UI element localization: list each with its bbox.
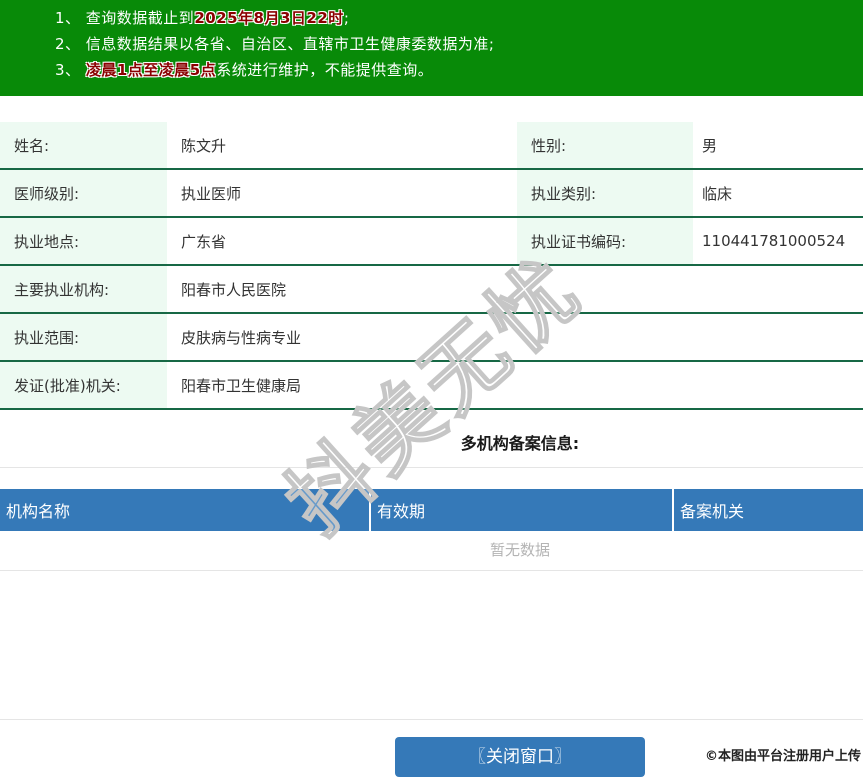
filing-table-header: 机构名称 有效期 备案机关 xyxy=(0,489,863,531)
physician-level-label: 医师级别: xyxy=(0,170,167,216)
multi-institution-filing-title: 多机构备案信息: xyxy=(461,430,579,454)
issuing-authority-label: 发证(批准)机关: xyxy=(0,362,167,408)
notice-line-1-prefix: 1、 查询数据截止到 xyxy=(55,9,194,27)
gender-label: 性别: xyxy=(517,122,693,168)
notice-line-1: 1、 查询数据截止到2025年8月3日22时; xyxy=(55,7,349,29)
notice-line-1-highlight: 2025年8月3日22时 xyxy=(194,9,344,27)
table-row-issuing-authority: 发证(批准)机关: 阳春市卫生健康局 xyxy=(0,362,863,410)
issuing-authority-value: 阳春市卫生健康局 xyxy=(167,362,863,408)
notice-line-3-prefix: 3、 xyxy=(55,61,86,79)
practice-scope-value: 皮肤病与性病专业 xyxy=(167,314,863,360)
notice-line-2: 2、 信息数据结果以各省、自治区、直辖市卫生健康委数据为准; xyxy=(55,33,494,55)
divider-below-filing-table xyxy=(0,570,863,571)
filing-column-filing-authority: 备案机关 xyxy=(674,489,863,531)
name-label: 姓名: xyxy=(0,122,167,168)
notice-line-3: 3、 凌晨1点至凌晨5点系统进行维护，不能提供查询。 xyxy=(55,59,433,81)
close-window-button[interactable]: 〖关闭窗口〗 xyxy=(395,737,645,777)
notice-line-3-highlight: 凌晨1点至凌晨5点 xyxy=(86,61,216,79)
certificate-number-value: 110441781000524 xyxy=(693,218,863,264)
table-row-name-gender: 姓名: 陈文升 性别: 男 xyxy=(0,122,863,170)
table-row-main-institution: 主要执业机构: 阳春市人民医院 xyxy=(0,266,863,314)
gender-value: 男 xyxy=(693,122,863,168)
name-value: 陈文升 xyxy=(167,122,517,168)
physician-level-value: 执业医师 xyxy=(167,170,517,216)
copyright-overlay-text: ©本图由平台注册用户上传 xyxy=(705,745,861,764)
filing-column-institution-name: 机构名称 xyxy=(0,489,371,531)
practice-location-value: 广东省 xyxy=(167,218,517,264)
main-institution-value: 阳春市人民医院 xyxy=(167,266,863,312)
practice-category-value: 临床 xyxy=(693,170,863,216)
notice-line-3-suffix: 系统进行维护，不能提供查询。 xyxy=(216,61,433,79)
notice-banner: 1、 查询数据截止到2025年8月3日22时; 2、 信息数据结果以各省、自治区… xyxy=(0,0,863,96)
main-institution-label: 主要执业机构: xyxy=(0,266,167,312)
certificate-number-label: 执业证书编码: xyxy=(517,218,693,264)
filing-table-empty-row: 暂无数据 xyxy=(0,531,863,570)
no-data-text: 暂无数据 xyxy=(490,531,550,570)
filing-column-validity-period: 有效期 xyxy=(371,489,674,531)
physician-info-table: 姓名: 陈文升 性别: 男 医师级别: 执业医师 执业类别: 临床 执业地点: … xyxy=(0,122,863,410)
table-row-practice-scope: 执业范围: 皮肤病与性病专业 xyxy=(0,314,863,362)
divider-above-footer xyxy=(0,719,863,720)
practice-category-label: 执业类别: xyxy=(517,170,693,216)
table-row-level-category: 医师级别: 执业医师 执业类别: 临床 xyxy=(0,170,863,218)
practice-location-label: 执业地点: xyxy=(0,218,167,264)
table-row-location-certificate: 执业地点: 广东省 执业证书编码: 110441781000524 xyxy=(0,218,863,266)
notice-line-2-prefix: 2、 信息数据结果以各省、自治区、直辖市卫生健康委数据为准; xyxy=(55,35,494,53)
practice-scope-label: 执业范围: xyxy=(0,314,167,360)
notice-line-1-suffix: ; xyxy=(344,9,350,27)
divider-above-filing-table xyxy=(0,467,863,468)
